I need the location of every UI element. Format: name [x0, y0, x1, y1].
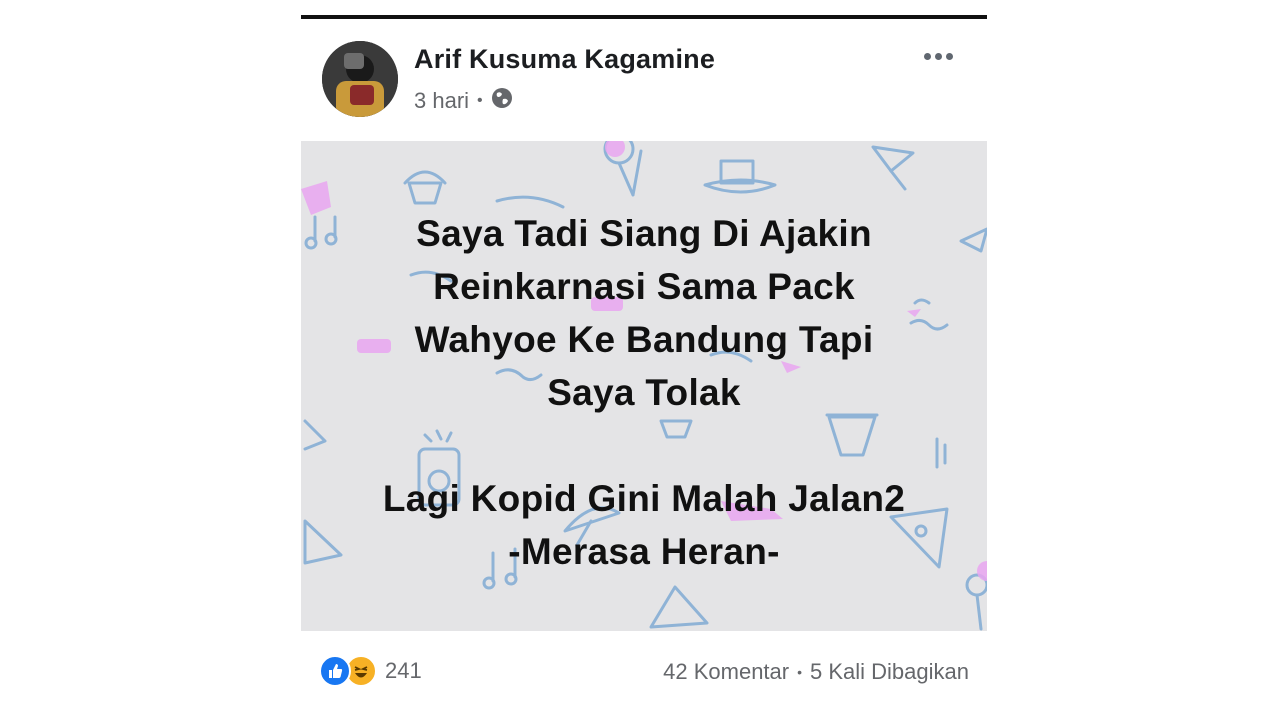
- post-text-line: Lagi Kopid Gini Malah Jalan2: [382, 478, 906, 519]
- post-text: Saya Tadi Siang Di Ajakin Reinkarnasi Sa…: [301, 207, 987, 578]
- reactions-summary[interactable]: 241: [319, 655, 422, 687]
- post-meta: 3 hari •: [414, 87, 513, 115]
- facebook-post: Arif Kusuma Kagamine 3 hari • Saya Tadi …: [301, 0, 987, 720]
- more-options-button[interactable]: [918, 38, 958, 74]
- post-stats: 42 Komentar • 5 Kali Dibagikan: [663, 659, 969, 685]
- more-dot-icon: [923, 52, 931, 60]
- top-divider: [301, 15, 987, 19]
- shares-link[interactable]: 5 Kali Dibagikan: [810, 659, 969, 685]
- reaction-count: 241: [385, 658, 422, 683]
- text-spacer: [301, 419, 987, 472]
- avatar[interactable]: [322, 41, 398, 117]
- post-background[interactable]: Saya Tadi Siang Di Ajakin Reinkarnasi Sa…: [301, 141, 987, 631]
- post-footer: 241 42 Komentar • 5 Kali Dibagikan: [301, 650, 987, 694]
- more-dot-icon: [934, 52, 942, 60]
- author-name[interactable]: Arif Kusuma Kagamine: [414, 44, 715, 75]
- post-text-line: -Merasa Heran-: [508, 531, 780, 572]
- like-icon: [319, 655, 351, 687]
- post-text-line: Wahyoe Ke Bandung Tapi: [414, 319, 874, 360]
- meta-separator: •: [477, 92, 483, 109]
- stats-separator: •: [797, 664, 803, 680]
- comments-link[interactable]: 42 Komentar: [663, 659, 789, 685]
- more-dot-icon: [945, 52, 953, 60]
- post-text-line: Saya Tolak: [547, 372, 741, 413]
- globe-icon[interactable]: [491, 87, 513, 115]
- post-text-line: Saya Tadi Siang Di Ajakin: [416, 213, 872, 254]
- post-text-line: Reinkarnasi Sama Pack: [433, 266, 855, 307]
- post-timestamp[interactable]: 3 hari: [414, 88, 469, 114]
